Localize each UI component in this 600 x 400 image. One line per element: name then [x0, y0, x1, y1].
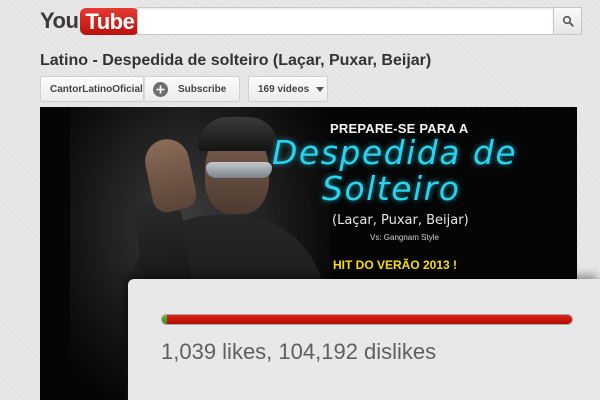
- likes-dislikes-count: 1,039 likes, 104,192 dislikes: [161, 339, 437, 364]
- singer-figure-sunglasses: [206, 162, 272, 178]
- subscribe-button[interactable]: Subscribe: [144, 76, 240, 102]
- dislike-bar-fill: [166, 315, 572, 324]
- search-input[interactable]: [137, 7, 553, 35]
- plus-icon: [153, 81, 168, 97]
- chevron-down-icon: [316, 86, 325, 92]
- thumbnail-line-sub: (Laçar, Puxar, Beijar): [332, 213, 469, 228]
- thumbnail-line-hit: HIT DO VERÃO 2013 !: [333, 258, 458, 272]
- thumbnail-line-big-1: Despedida de: [272, 133, 518, 172]
- singer-figure-cap: [198, 117, 278, 151]
- videos-dropdown-button[interactable]: 169 videos: [248, 76, 328, 102]
- logo-tube-text: Tube: [80, 7, 140, 35]
- thumbnail-line-big-2: Solteiro: [322, 169, 461, 208]
- subscribe-label: Subscribe: [178, 83, 227, 95]
- magnifier-icon: [562, 15, 574, 27]
- logo-you-text: You: [40, 8, 79, 33]
- thumbnail-line-vs: Vs: Gangnam Style: [370, 233, 439, 242]
- like-dislike-bar: [161, 314, 573, 325]
- search-button[interactable]: [553, 7, 582, 35]
- video-title: Latino - Despedida de solteiro (Laçar, P…: [40, 52, 432, 69]
- channel-button[interactable]: CantorLatinoOficial: [40, 76, 144, 102]
- youtube-logo[interactable]: You Tube: [40, 7, 140, 35]
- videos-count-label: 169 videos: [258, 83, 310, 95]
- ratings-zoom-panel: 1,039 likes, 104,192 dislikes: [128, 279, 600, 400]
- channel-name: CantorLatinoOficial: [50, 83, 143, 95]
